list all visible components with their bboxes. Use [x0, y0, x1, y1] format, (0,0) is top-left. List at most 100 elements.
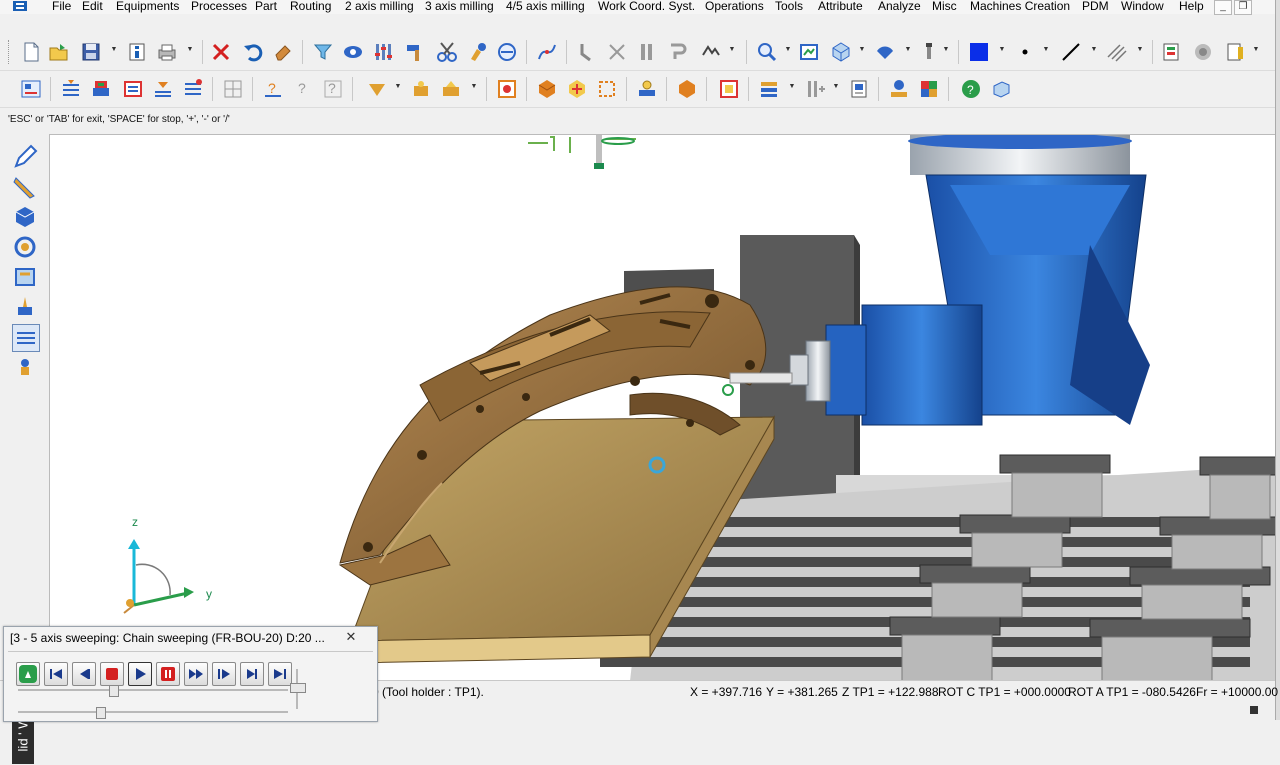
delete-icon[interactable]	[210, 41, 232, 63]
point-dropdown-icon[interactable]: ▼	[1042, 45, 1050, 55]
post-processor-icon[interactable]	[596, 78, 618, 100]
save-dropdown-icon[interactable]: ▼	[110, 45, 118, 55]
stop-button[interactable]	[100, 662, 124, 686]
undo-icon[interactable]	[242, 41, 264, 63]
profile-dropdown-icon[interactable]: ▼	[470, 82, 478, 92]
first-button[interactable]	[44, 662, 68, 686]
menu-4-5-axis-milling[interactable]: 4/5 axis milling	[506, 0, 585, 13]
start-button[interactable]	[16, 662, 40, 686]
fast-forward-button[interactable]	[184, 662, 208, 686]
menu-routing[interactable]: Routing	[290, 0, 331, 13]
curve-edit-icon[interactable]	[536, 41, 558, 63]
line-style-icon[interactable]	[1060, 41, 1082, 63]
level-dropdown-icon[interactable]: ▼	[942, 45, 950, 55]
menu-equipments[interactable]: Equipments	[116, 0, 179, 13]
show-hide-icon[interactable]	[342, 41, 364, 63]
shading-dropdown-icon[interactable]: ▼	[904, 45, 912, 55]
menu-operations[interactable]: Operations	[705, 0, 764, 13]
pocket-icon[interactable]	[366, 78, 388, 100]
pencil-icon[interactable]	[12, 144, 38, 170]
level-icon[interactable]	[918, 41, 940, 63]
menu-analyze[interactable]: Analyze	[878, 0, 921, 13]
menu-machines-creation[interactable]: Machines Creation	[970, 0, 1070, 13]
extend-icon[interactable]	[606, 41, 628, 63]
menu-part[interactable]: Part	[255, 0, 277, 13]
trim-icon[interactable]	[576, 41, 598, 63]
properties-icon[interactable]	[126, 41, 148, 63]
hatch-icon[interactable]	[1106, 41, 1128, 63]
cube-icon[interactable]	[990, 78, 1012, 100]
menu-3-axis-milling[interactable]: 3 axis milling	[425, 0, 494, 13]
progress-slider-thumb[interactable]	[96, 707, 106, 719]
eraser-icon[interactable]	[272, 41, 294, 63]
pause-button[interactable]	[156, 662, 180, 686]
previous-button[interactable]	[72, 662, 96, 686]
last-button[interactable]	[268, 662, 292, 686]
restore-button[interactable]: ❐	[1234, 0, 1252, 15]
profile-icon[interactable]	[440, 78, 462, 100]
view-dropdown-icon[interactable]: ▼	[858, 45, 866, 55]
next-button[interactable]	[240, 662, 264, 686]
hatch-dropdown-icon[interactable]: ▼	[1136, 45, 1144, 55]
machine-setup-icon[interactable]	[20, 78, 42, 100]
color-palette-icon[interactable]	[804, 78, 826, 100]
new-file-icon[interactable]	[20, 41, 42, 63]
progress-slider-track[interactable]	[18, 711, 288, 713]
point-style-icon[interactable]	[1014, 41, 1036, 63]
pocket-dropdown-icon[interactable]: ▼	[394, 82, 402, 92]
play-button[interactable]	[128, 662, 152, 686]
menu-tools[interactable]: Tools	[775, 0, 803, 13]
help-question-icon[interactable]: ?	[262, 78, 284, 100]
line-dropdown-icon[interactable]: ▼	[1090, 45, 1098, 55]
menu-2-axis-milling[interactable]: 2 axis milling	[345, 0, 414, 13]
speed-slider-track[interactable]	[18, 689, 288, 691]
resize-grip-icon[interactable]	[1250, 706, 1258, 714]
style-dropdown-icon[interactable]: ▼	[728, 45, 736, 55]
save-icon[interactable]	[80, 41, 102, 63]
menu-attribute[interactable]: Attribute	[818, 0, 863, 13]
scissors-icon[interactable]	[436, 41, 458, 63]
menu-misc[interactable]: Misc	[932, 0, 957, 13]
stack-tool-icon[interactable]	[888, 78, 910, 100]
render-mode-icon[interactable]	[1192, 41, 1214, 63]
paint-icon[interactable]	[466, 41, 488, 63]
shading-icon[interactable]	[874, 41, 896, 63]
minimize-button[interactable]: _	[1214, 0, 1232, 15]
nc-code-icon[interactable]	[636, 78, 658, 100]
sheet-icon[interactable]	[718, 78, 740, 100]
tool-library-icon[interactable]	[496, 78, 518, 100]
app-logo-icon[interactable]	[11, 0, 31, 12]
toolpath-list-icon[interactable]	[182, 78, 204, 100]
simulation-icon[interactable]	[536, 78, 558, 100]
zoom-icon[interactable]	[756, 41, 778, 63]
bend-icon[interactable]	[636, 41, 658, 63]
view-orientation-icon[interactable]	[830, 41, 852, 63]
print-dropdown-icon[interactable]: ▼	[186, 45, 194, 55]
box-3d-icon[interactable]	[848, 78, 870, 100]
green-check-icon[interactable]: ?	[960, 78, 982, 100]
chain-icon[interactable]	[666, 41, 688, 63]
surface-icon[interactable]	[12, 234, 38, 260]
camera-view-icon[interactable]	[918, 78, 940, 100]
clamp-icon[interactable]	[152, 78, 174, 100]
stock-icon[interactable]	[90, 78, 112, 100]
zoom-vertical-slider[interactable]	[290, 669, 306, 709]
report-icon[interactable]	[676, 78, 698, 100]
print-icon[interactable]	[156, 41, 178, 63]
help-whatsnew-icon[interactable]: ?	[322, 78, 344, 100]
stack-icon[interactable]	[1224, 41, 1246, 63]
entity-attributes-icon[interactable]	[372, 41, 394, 63]
menu-pdm[interactable]: PDM	[1082, 0, 1109, 13]
batch-icon[interactable]	[222, 78, 244, 100]
color-dropdown-icon[interactable]: ▼	[998, 45, 1006, 55]
fixture-icon[interactable]	[122, 78, 144, 100]
transform-icon[interactable]	[12, 354, 38, 380]
part-orientation-icon[interactable]	[60, 78, 82, 100]
right-scrollbar[interactable]	[1275, 0, 1280, 720]
camera-dropdown-icon[interactable]: ▼	[788, 82, 796, 92]
open-file-icon[interactable]	[48, 41, 70, 63]
camera-icon[interactable]	[758, 78, 780, 100]
palette-dropdown-icon[interactable]: ▼	[832, 82, 840, 92]
menu-processes[interactable]: Processes	[191, 0, 247, 13]
drill-icon[interactable]	[410, 78, 432, 100]
